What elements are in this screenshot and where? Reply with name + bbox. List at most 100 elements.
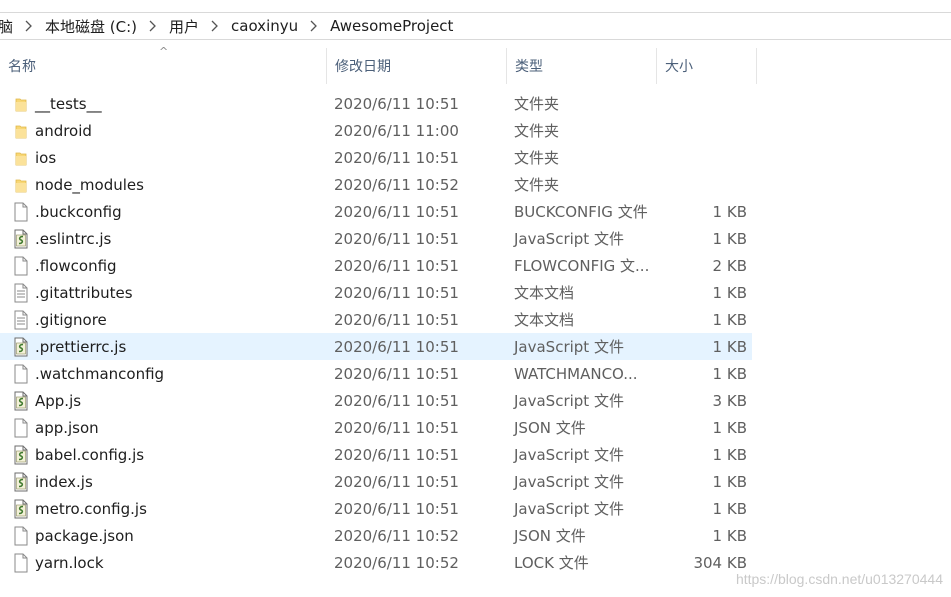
file-type: LOCK 文件 [514, 554, 589, 572]
file-name: .buckconfig [35, 202, 122, 221]
breadcrumb-item-this-pc[interactable]: 脑 [0, 16, 13, 37]
file-name: android [35, 121, 92, 140]
file-modified-date: 2020/6/11 10:51 [334, 391, 459, 410]
file-size: 1 KB [712, 499, 747, 518]
breadcrumb: 脑 本地磁盘 (C:) 用户 caoxinyu AwesomeProject [0, 12, 951, 40]
file-modified-date: 2020/6/11 10:52 [334, 526, 459, 545]
column-header-size-label: 大小 [665, 59, 693, 75]
blank-file-icon [12, 549, 30, 576]
file-row[interactable]: metro.config.js 2020/6/11 10:51 JavaScript… [0, 495, 752, 522]
file-modified-date: 2020/6/11 10:51 [334, 229, 459, 248]
blank-file-icon [12, 198, 30, 225]
file-row[interactable]: .gitignore 2020/6/11 10:51 文本文档 1 KB [0, 306, 752, 333]
file-row[interactable]: ios 2020/6/11 10:51 文件夹 [0, 144, 752, 171]
file-type: WATCHMANCO... [514, 364, 638, 383]
text-file-icon [12, 306, 30, 333]
column-header-date[interactable]: 修改日期 [327, 48, 507, 84]
file-modified-date: 2020/6/11 11:00 [334, 121, 459, 140]
file-modified-date: 2020/6/11 10:51 [334, 256, 459, 275]
file-size: 2 KB [712, 256, 747, 275]
file-modified-date: 2020/6/11 10:51 [334, 337, 459, 356]
file-size: 1 KB [712, 418, 747, 437]
file-row[interactable]: .gitattributes 2020/6/11 10:51 文本文档 1 KB [0, 279, 752, 306]
file-size: 1 KB [712, 202, 747, 221]
file-name: App.js [35, 391, 82, 410]
file-row[interactable]: index.js 2020/6/11 10:51 JavaScript 文件 1 KB [0, 468, 752, 495]
file-row[interactable]: package.json 2020/6/11 10:52 JSON 文件 1 KB [0, 522, 752, 549]
file-modified-date: 2020/6/11 10:51 [334, 148, 459, 167]
chevron-right-icon[interactable] [310, 20, 318, 32]
column-header-row: ^ 名称 修改日期 类型 大小 [0, 45, 951, 84]
file-type: 文本文档 [514, 311, 575, 329]
file-type: 文件夹 [514, 122, 560, 140]
breadcrumb-item-user[interactable]: caoxinyu [231, 17, 298, 35]
file-size: 1 KB [712, 472, 747, 491]
file-type: 文本文档 [514, 284, 575, 302]
file-type: JavaScript 文件 [514, 392, 624, 410]
blank-file-icon [12, 522, 30, 549]
column-header-name[interactable]: 名称 [0, 48, 327, 84]
column-header-size[interactable]: 大小 [657, 48, 757, 84]
column-header-name-label: 名称 [8, 59, 36, 75]
file-size [660, 144, 747, 171]
file-row[interactable]: __tests__ 2020/6/11 10:51 文件夹 [0, 90, 752, 117]
file-type: JavaScript 文件 [514, 446, 624, 464]
breadcrumb-item-users[interactable]: 用户 [169, 16, 199, 37]
file-type: JavaScript 文件 [514, 473, 624, 491]
file-row[interactable]: .watchmanconfig 2020/6/11 10:51 WATCHMANCO… [0, 360, 752, 387]
file-row[interactable]: android 2020/6/11 11:00 文件夹 [0, 117, 752, 144]
file-size [660, 171, 747, 198]
file-type: JavaScript 文件 [514, 230, 624, 248]
chevron-right-icon[interactable] [25, 20, 33, 32]
file-name: app.json [35, 418, 99, 437]
file-name: babel.config.js [35, 445, 145, 464]
blank-file-icon [12, 360, 30, 387]
file-name: .gitattributes [35, 283, 133, 302]
breadcrumb-item-project[interactable]: AwesomeProject [330, 17, 453, 35]
file-type: BUCKCONFIG 文件 [514, 203, 648, 221]
file-modified-date: 2020/6/11 10:51 [334, 445, 459, 464]
folder-icon [12, 90, 30, 117]
file-type: JSON 文件 [514, 527, 586, 545]
file-row[interactable]: App.js 2020/6/11 10:51 JavaScript 文件 3 KB [0, 387, 752, 414]
js-file-icon [12, 387, 30, 414]
file-row[interactable]: yarn.lock 2020/6/11 10:52 LOCK 文件 304 KB [0, 549, 752, 576]
file-row[interactable]: .eslintrc.js 2020/6/11 10:51 JavaScript 文件… [0, 225, 752, 252]
file-modified-date: 2020/6/11 10:51 [334, 418, 459, 437]
file-row[interactable]: .flowconfig 2020/6/11 10:51 FLOWCONFIG 文..… [0, 252, 752, 279]
file-type: 文件夹 [514, 95, 560, 113]
file-row[interactable]: app.json 2020/6/11 10:51 JSON 文件 1 KB [0, 414, 752, 441]
file-name: package.json [35, 526, 134, 545]
file-type: JSON 文件 [514, 419, 586, 437]
file-modified-date: 2020/6/11 10:51 [334, 472, 459, 491]
file-size: 1 KB [712, 364, 747, 383]
file-type: 文件夹 [514, 149, 560, 167]
js-file-icon [12, 225, 30, 252]
file-name: __tests__ [35, 94, 102, 113]
file-name: node_modules [35, 175, 144, 194]
file-modified-date: 2020/6/11 10:51 [334, 364, 459, 383]
file-name: ios [35, 148, 57, 167]
folder-icon [12, 144, 30, 171]
blank-file-icon [12, 414, 30, 441]
chevron-right-icon[interactable] [211, 20, 219, 32]
file-row[interactable]: node_modules 2020/6/11 10:52 文件夹 [0, 171, 752, 198]
watermark: https://blog.csdn.net/u013270444 [735, 571, 943, 587]
file-size [660, 90, 747, 117]
file-type: 文件夹 [514, 176, 560, 194]
file-row[interactable]: babel.config.js 2020/6/11 10:51 JavaScript… [0, 441, 752, 468]
file-type: FLOWCONFIG 文... [514, 257, 650, 275]
file-name: metro.config.js [35, 499, 147, 518]
chevron-right-icon[interactable] [149, 20, 157, 32]
file-type: JavaScript 文件 [514, 500, 624, 518]
file-size: 1 KB [712, 229, 747, 248]
js-file-icon [12, 441, 30, 468]
file-row[interactable]: .buckconfig 2020/6/11 10:51 BUCKCONFIG 文件 1… [0, 198, 752, 225]
file-name: .gitignore [35, 310, 107, 329]
file-size: 1 KB [712, 337, 747, 356]
file-row[interactable]: .prettierrc.js 2020/6/11 10:51 JavaScript … [0, 333, 752, 360]
breadcrumb-item-local-disk[interactable]: 本地磁盘 (C:) [45, 16, 137, 37]
file-name: .eslintrc.js [35, 229, 112, 248]
js-file-icon [12, 333, 30, 360]
column-header-type[interactable]: 类型 [507, 48, 657, 84]
